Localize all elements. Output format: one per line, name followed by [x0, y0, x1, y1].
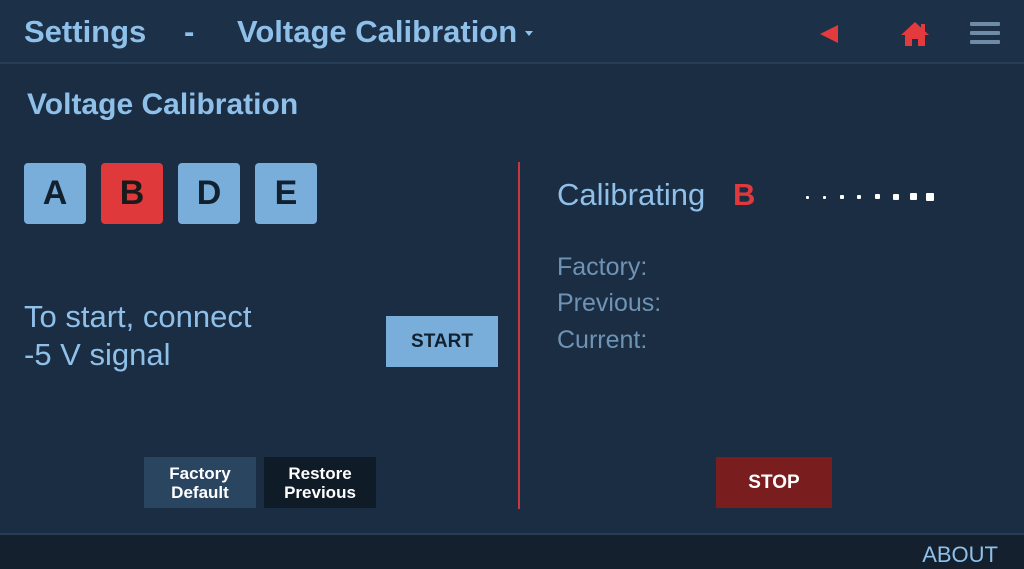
- page-selector[interactable]: Voltage Calibration: [237, 14, 534, 50]
- instruction-line-2: -5 V signal: [24, 337, 171, 372]
- settings-title[interactable]: Settings: [24, 14, 146, 50]
- restore-previous-label-1: Restore: [288, 463, 352, 483]
- channel-button-a[interactable]: A: [24, 163, 86, 224]
- restore-previous-button[interactable]: Restore Previous: [264, 457, 376, 508]
- voltage-calibration-screen: Settings - Voltage Calibration Voltage C…: [0, 0, 1024, 569]
- chevron-down-icon: [525, 31, 534, 37]
- channel-button-e[interactable]: E: [255, 163, 317, 224]
- page-selector-label: Voltage Calibration: [237, 14, 518, 49]
- start-button[interactable]: START: [386, 316, 498, 367]
- progress-dot: [857, 195, 861, 199]
- about-link[interactable]: ABOUT: [922, 542, 998, 568]
- progress-dot: [823, 196, 826, 199]
- panel-divider: [518, 162, 520, 509]
- footer-bar: ABOUT: [0, 533, 1024, 569]
- progress-dot: [893, 194, 899, 200]
- previous-value-label: Previous:: [557, 289, 662, 317]
- factory-default-label-1: Factory: [169, 463, 231, 483]
- menu-icon[interactable]: [970, 22, 1000, 46]
- progress-dot: [910, 193, 917, 200]
- progress-dot: [806, 196, 809, 199]
- factory-value-label: Factory:: [557, 253, 648, 281]
- header-bar: Settings - Voltage Calibration: [0, 0, 1024, 64]
- section-title: Voltage Calibration: [27, 88, 299, 121]
- factory-default-label-2: Default: [171, 482, 229, 502]
- progress-dot: [840, 195, 844, 199]
- restore-previous-label-2: Previous: [284, 482, 356, 502]
- title-separator: -: [184, 14, 195, 49]
- instruction-line-1: To start, connect: [24, 299, 252, 334]
- calibrating-channel: B: [733, 177, 756, 212]
- channel-button-d[interactable]: D: [178, 163, 240, 224]
- stop-button[interactable]: STOP: [716, 457, 832, 508]
- home-icon[interactable]: [900, 21, 930, 47]
- factory-default-button[interactable]: Factory Default: [144, 457, 256, 508]
- progress-dot: [875, 194, 880, 199]
- back-arrow-icon[interactable]: [820, 25, 838, 43]
- current-value-label: Current:: [557, 326, 648, 354]
- calibrating-label: Calibrating: [557, 177, 706, 212]
- progress-dot: [926, 193, 934, 201]
- channel-button-b[interactable]: B: [101, 163, 163, 224]
- instruction-text: To start, connect -5 V signal: [24, 298, 251, 374]
- progress-dots: [806, 193, 936, 203]
